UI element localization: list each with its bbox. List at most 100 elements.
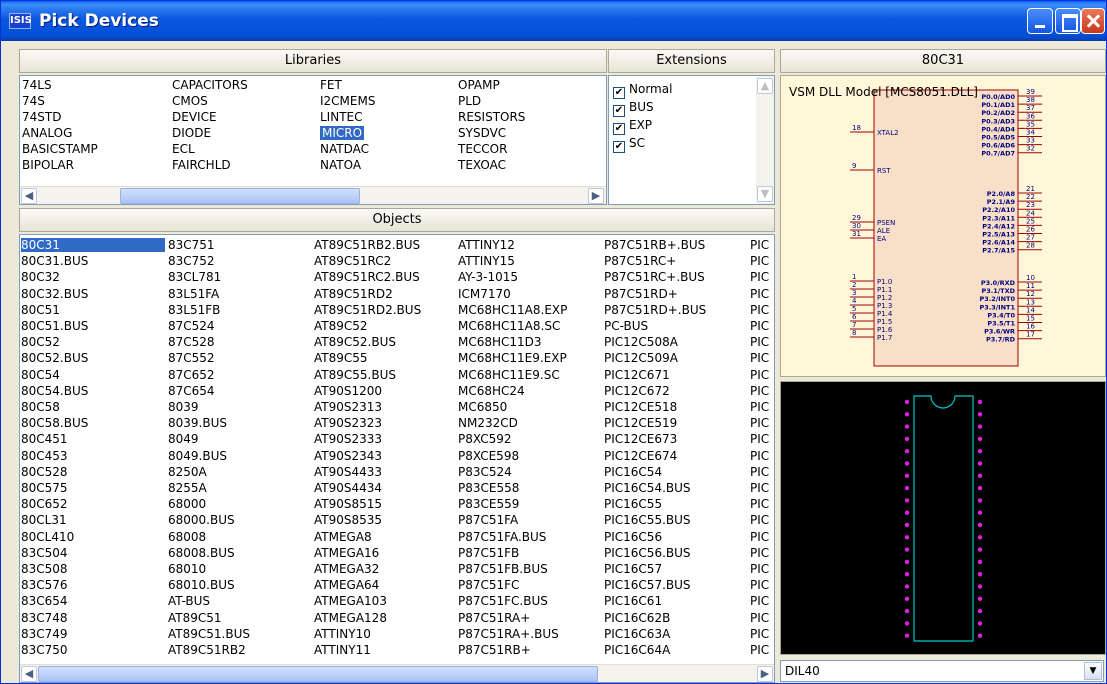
objects-list[interactable]: 80C31 80C31.BUS 80C32 80C32.BUS 80C51 80C51.B… — [19, 234, 775, 683]
object-item[interactable]: P8XCE598 — [458, 449, 519, 463]
object-item[interactable]: PIC — [750, 546, 769, 560]
object-item[interactable]: PIC12C508A — [604, 335, 678, 349]
object-item[interactable]: 80C451 — [21, 432, 68, 446]
object-item[interactable]: P87C51FC.BUS — [458, 594, 548, 608]
library-item[interactable]: BASICSTAMP — [22, 142, 98, 156]
extension-checkbox[interactable]: ✔ BUS — [613, 100, 654, 117]
library-item[interactable]: DIODE — [172, 126, 211, 140]
object-item[interactable]: PIC — [750, 449, 769, 463]
object-item[interactable]: AT89C51 — [168, 611, 222, 625]
library-item[interactable]: I2CMEMS — [320, 94, 375, 108]
object-item[interactable]: 8049.BUS — [168, 449, 227, 463]
object-item[interactable]: PIC — [750, 562, 769, 576]
object-item[interactable]: PIC — [750, 513, 769, 527]
object-item[interactable]: ATTINY12 — [458, 238, 515, 252]
object-item[interactable]: PIC — [750, 497, 769, 511]
object-item[interactable]: 83C750 — [21, 643, 68, 657]
object-item[interactable]: PIC — [750, 611, 769, 625]
object-item[interactable]: 80C652 — [21, 497, 68, 511]
object-item[interactable]: 83C749 — [21, 627, 68, 641]
object-item[interactable]: P87C51RB+ — [458, 643, 531, 657]
libraries-header[interactable]: Libraries — [19, 49, 607, 73]
object-item[interactable]: P8XC592 — [458, 432, 512, 446]
object-item[interactable]: 80C453 — [21, 449, 68, 463]
object-item[interactable]: 68008.BUS — [168, 546, 235, 560]
object-item[interactable]: AT89C55 — [314, 351, 368, 365]
object-item[interactable]: 80C52.BUS — [21, 351, 88, 365]
object-item[interactable]: MC68HC24 — [458, 384, 525, 398]
object-item[interactable]: 8255A — [168, 481, 207, 495]
object-item[interactable]: P87C51RA+.BUS — [458, 627, 559, 641]
object-item[interactable]: P87C51RD+ — [604, 287, 678, 301]
object-item[interactable]: AT-BUS — [168, 594, 210, 608]
object-item[interactable]: AT89C52 — [314, 319, 368, 333]
object-item[interactable]: PIC — [750, 643, 769, 657]
object-item[interactable]: 80C58 — [21, 400, 60, 414]
object-item[interactable]: P87C51RA+ — [458, 611, 530, 625]
object-item[interactable]: P87C51FB.BUS — [458, 562, 548, 576]
object-item[interactable]: PIC12C672 — [604, 384, 670, 398]
object-item[interactable]: PIC — [750, 465, 769, 479]
object-item[interactable]: P87C51FB — [458, 546, 519, 560]
object-item[interactable]: PIC — [750, 303, 769, 317]
object-item[interactable]: 80CL31 — [21, 513, 67, 527]
object-item[interactable]: 83C508 — [21, 562, 68, 576]
object-item[interactable]: 68000 — [168, 497, 206, 511]
object-item[interactable]: 83C748 — [21, 611, 68, 625]
object-item[interactable]: PIC — [750, 530, 769, 544]
object-item[interactable]: PIC16C62B — [604, 611, 670, 625]
object-item[interactable]: PIC — [750, 238, 769, 252]
object-item[interactable]: 83C751 — [168, 238, 215, 252]
checkmark-icon[interactable]: ✔ — [613, 87, 625, 99]
object-item[interactable]: PIC16C54 — [604, 465, 662, 479]
library-item[interactable]: TEXOAC — [458, 158, 506, 172]
extensions-list[interactable]: ✔ Normal ✔ BUS ✔ EXP ✔ SC ▲ ▼ — [608, 75, 775, 205]
object-item[interactable]: PIC16C57.BUS — [604, 578, 691, 592]
object-item[interactable]: PIC16C54.BUS — [604, 481, 691, 495]
object-item[interactable]: P83CE559 — [458, 497, 519, 511]
object-item[interactable]: 80C54 — [21, 368, 60, 382]
object-item[interactable]: PIC16C55.BUS — [604, 513, 691, 527]
object-item[interactable]: PIC — [750, 400, 769, 414]
library-item[interactable]: 74S — [22, 94, 45, 108]
object-item[interactable]: P87C51RC+ — [604, 254, 676, 268]
object-item[interactable]: PIC12CE673 — [604, 432, 677, 446]
object-item[interactable]: PIC — [750, 368, 769, 382]
library-item[interactable]: NATOA — [320, 158, 361, 172]
object-item[interactable]: P83C524 — [458, 465, 512, 479]
object-item[interactable]: ATTINY10 — [314, 627, 371, 641]
object-item[interactable]: P87C51RC+.BUS — [604, 270, 705, 284]
object-item[interactable]: ATMEGA128 — [314, 611, 387, 625]
object-item[interactable]: P87C51RB+.BUS — [604, 238, 705, 252]
object-item[interactable]: 83C504 — [21, 546, 68, 560]
object-item[interactable]: 80C58.BUS — [21, 416, 88, 430]
object-item[interactable]: 83C576 — [21, 578, 68, 592]
object-item[interactable]: 80C31.BUS — [21, 254, 88, 268]
object-item[interactable]: 80CL410 — [21, 530, 74, 544]
object-item[interactable]: 87C652 — [168, 368, 215, 382]
library-item[interactable]: OPAMP — [458, 78, 500, 92]
checkmark-icon[interactable]: ✔ — [613, 141, 625, 153]
extensions-vscrollbar[interactable]: ▲ ▼ — [756, 76, 774, 204]
object-item[interactable]: PIC — [750, 351, 769, 365]
chevron-down-icon[interactable]: ▼ — [1084, 662, 1102, 680]
scroll-right-icon[interactable]: ▶ — [757, 666, 773, 682]
object-item[interactable]: 80C575 — [21, 481, 68, 495]
object-item[interactable]: PIC — [750, 319, 769, 333]
object-item[interactable]: 87C654 — [168, 384, 215, 398]
object-item[interactable]: PIC — [750, 594, 769, 608]
object-item[interactable]: PIC — [750, 287, 769, 301]
extensions-header[interactable]: Extensions — [608, 49, 775, 73]
object-item[interactable]: PIC16C57 — [604, 562, 662, 576]
object-item[interactable]: AT89C51RB2 — [168, 643, 246, 657]
package-select[interactable]: DIL40 ▼ — [780, 660, 1104, 682]
object-item[interactable]: AT90S8535 — [314, 513, 382, 527]
object-item[interactable]: 80C51 — [21, 303, 60, 317]
libraries-list[interactable]: 74LS 74S 74STD ANALOG BASICSTAMP BIPOLAR CAPAC… — [19, 75, 607, 205]
object-item[interactable]: MC6850 — [458, 400, 507, 414]
object-item[interactable]: AT90S2343 — [314, 449, 382, 463]
object-item[interactable]: PIC16C56.BUS — [604, 546, 691, 560]
scroll-left-icon[interactable]: ◀ — [21, 188, 37, 204]
scroll-up-icon[interactable]: ▲ — [757, 78, 773, 94]
object-item[interactable]: MC68HC11E9.SC — [458, 368, 560, 382]
